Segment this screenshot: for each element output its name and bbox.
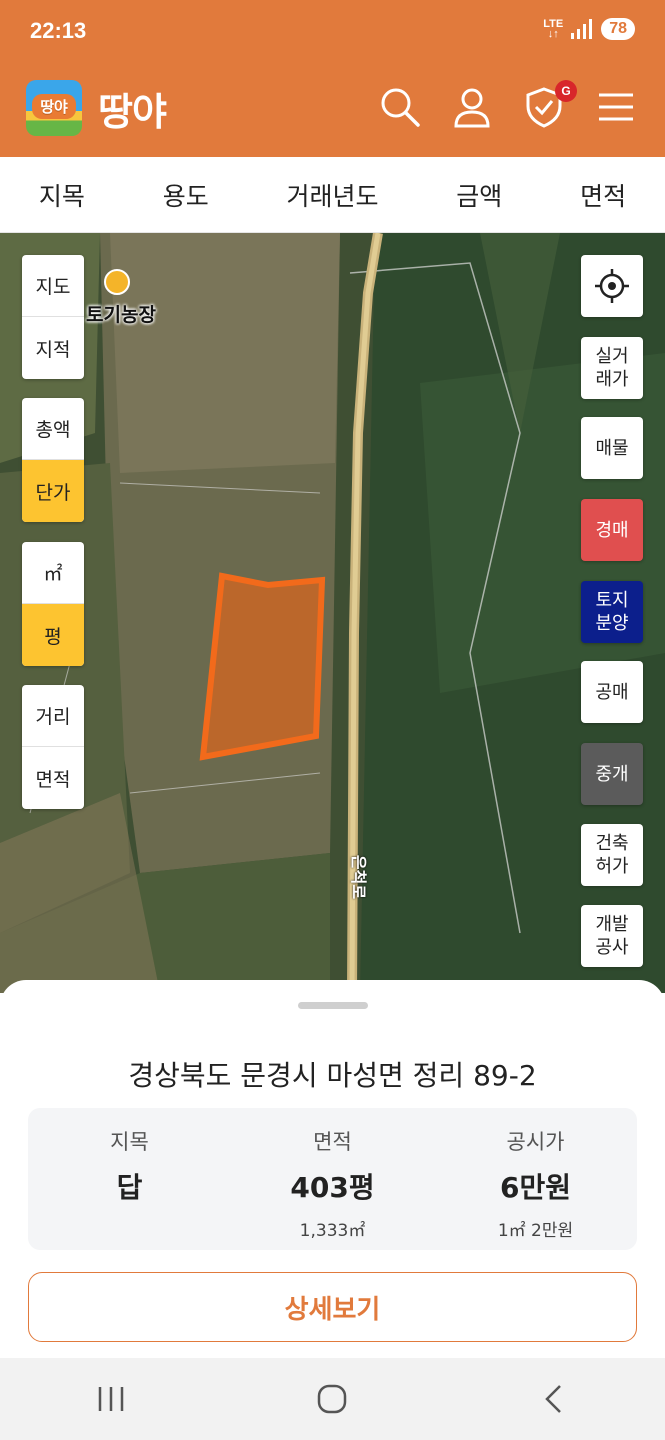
building-permit-button[interactable]: 건축 허가 (581, 824, 643, 886)
land-sale-button[interactable]: 토지 분양 (581, 581, 643, 643)
lte-icon: LTE ↓↑ (543, 18, 564, 40)
notification-badge: G (555, 80, 577, 102)
area-label: 면적 (313, 1130, 352, 1154)
place-label: 토기농장 (86, 304, 156, 326)
detail-button[interactable]: 상세보기 (28, 1272, 637, 1342)
status-time: 22:13 (30, 18, 87, 43)
land-type-column: 지목 답 (28, 1108, 231, 1250)
measure-distance-button[interactable]: 거리 (22, 685, 84, 747)
filter-land-type[interactable]: 지목 (39, 177, 85, 213)
battery-indicator: 78 (601, 18, 635, 40)
measure-area-button[interactable]: 면적 (22, 747, 84, 809)
filter-area[interactable]: 면적 (580, 177, 626, 213)
real-trade-price-button[interactable]: 실거 래가 (581, 337, 643, 399)
price-toggle: 총액 단가 (22, 398, 84, 522)
recent-apps-icon[interactable] (81, 1374, 141, 1424)
place-pin-icon[interactable] (104, 269, 130, 295)
price-sub: 1㎡ 2만원 (497, 1221, 574, 1241)
layer-map-button[interactable]: 지도 (22, 255, 84, 317)
price-total-button[interactable]: 총액 (22, 398, 84, 460)
unit-toggle: ㎡ 평 (22, 542, 84, 666)
logo-text: 땅야 (98, 89, 167, 134)
listing-button[interactable]: 매물 (581, 417, 643, 479)
app-logo[interactable]: 땅야 땅야 (26, 80, 167, 136)
measure-tools: 거리 면적 (22, 685, 84, 809)
filter-usage[interactable]: 용도 (163, 177, 209, 213)
back-icon[interactable] (524, 1374, 584, 1424)
layer-cadastral-button[interactable]: 지적 (22, 317, 84, 379)
public-sale-button[interactable]: 공매 (581, 661, 643, 723)
parcel-address: 경상북도 문경시 마성면 정리 89-2 (128, 1059, 537, 1092)
filter-tabs: 지목 용도 거래년도 금액 면적 (0, 157, 665, 233)
auction-button[interactable]: 경매 (581, 499, 643, 561)
price-column: 공시가 6만원 1㎡ 2만원 (434, 1108, 637, 1250)
search-icon[interactable] (379, 86, 421, 128)
land-type-value: 답 (116, 1171, 143, 1204)
unit-pyeong-button[interactable]: 평 (22, 604, 84, 666)
status-bar: 22:13 LTE ↓↑ 78 (0, 0, 665, 66)
filter-trade-year[interactable]: 거래년도 (286, 177, 378, 213)
price-unit-button[interactable]: 단가 (22, 460, 84, 522)
price-label: 공시가 (506, 1130, 565, 1154)
road-label: 은척로 (349, 854, 369, 900)
shield-icon[interactable]: G (523, 80, 577, 128)
system-nav-bar (0, 1358, 665, 1440)
area-column: 면적 403평 1,333㎡ (231, 1108, 434, 1250)
crosshair-icon (595, 269, 629, 303)
price-value: 6만원 (499, 1171, 571, 1204)
menu-icon[interactable] (595, 86, 637, 128)
logo-badge-icon: 땅야 (26, 80, 82, 136)
home-icon[interactable] (302, 1374, 362, 1424)
parcel-bottom-sheet: 경상북도 문경시 마성면 정리 89-2 지목 답 면적 403평 1,333㎡… (0, 980, 665, 1358)
sheet-drag-handle[interactable] (298, 1002, 368, 1009)
status-icons: LTE ↓↑ 78 (543, 18, 635, 40)
filter-amount[interactable]: 금액 (456, 177, 502, 213)
development-button[interactable]: 개발 공사 (581, 905, 643, 967)
map-imagery (0, 233, 665, 993)
brokerage-button[interactable]: 중개 (581, 743, 643, 805)
layer-toggle: 지도 지적 (22, 255, 84, 379)
area-value: 403평 (290, 1171, 375, 1204)
unit-sqm-button[interactable]: ㎡ (22, 542, 84, 604)
my-location-button[interactable] (581, 255, 643, 317)
signal-icon (571, 19, 593, 39)
app-header: 22:13 LTE ↓↑ 78 땅야 땅야 G (0, 0, 665, 157)
user-icon[interactable] (451, 86, 493, 128)
area-sub: 1,333㎡ (299, 1221, 366, 1241)
land-type-label: 지목 (110, 1130, 149, 1154)
parcel-info-card: 지목 답 면적 403평 1,333㎡ 공시가 6만원 1㎡ 2만원 (28, 1108, 637, 1250)
satellite-map[interactable]: 토기농장 은척로 지도 지적 총액 단가 ㎡ 평 거리 면적 실거 래가 매물 … (0, 233, 665, 993)
